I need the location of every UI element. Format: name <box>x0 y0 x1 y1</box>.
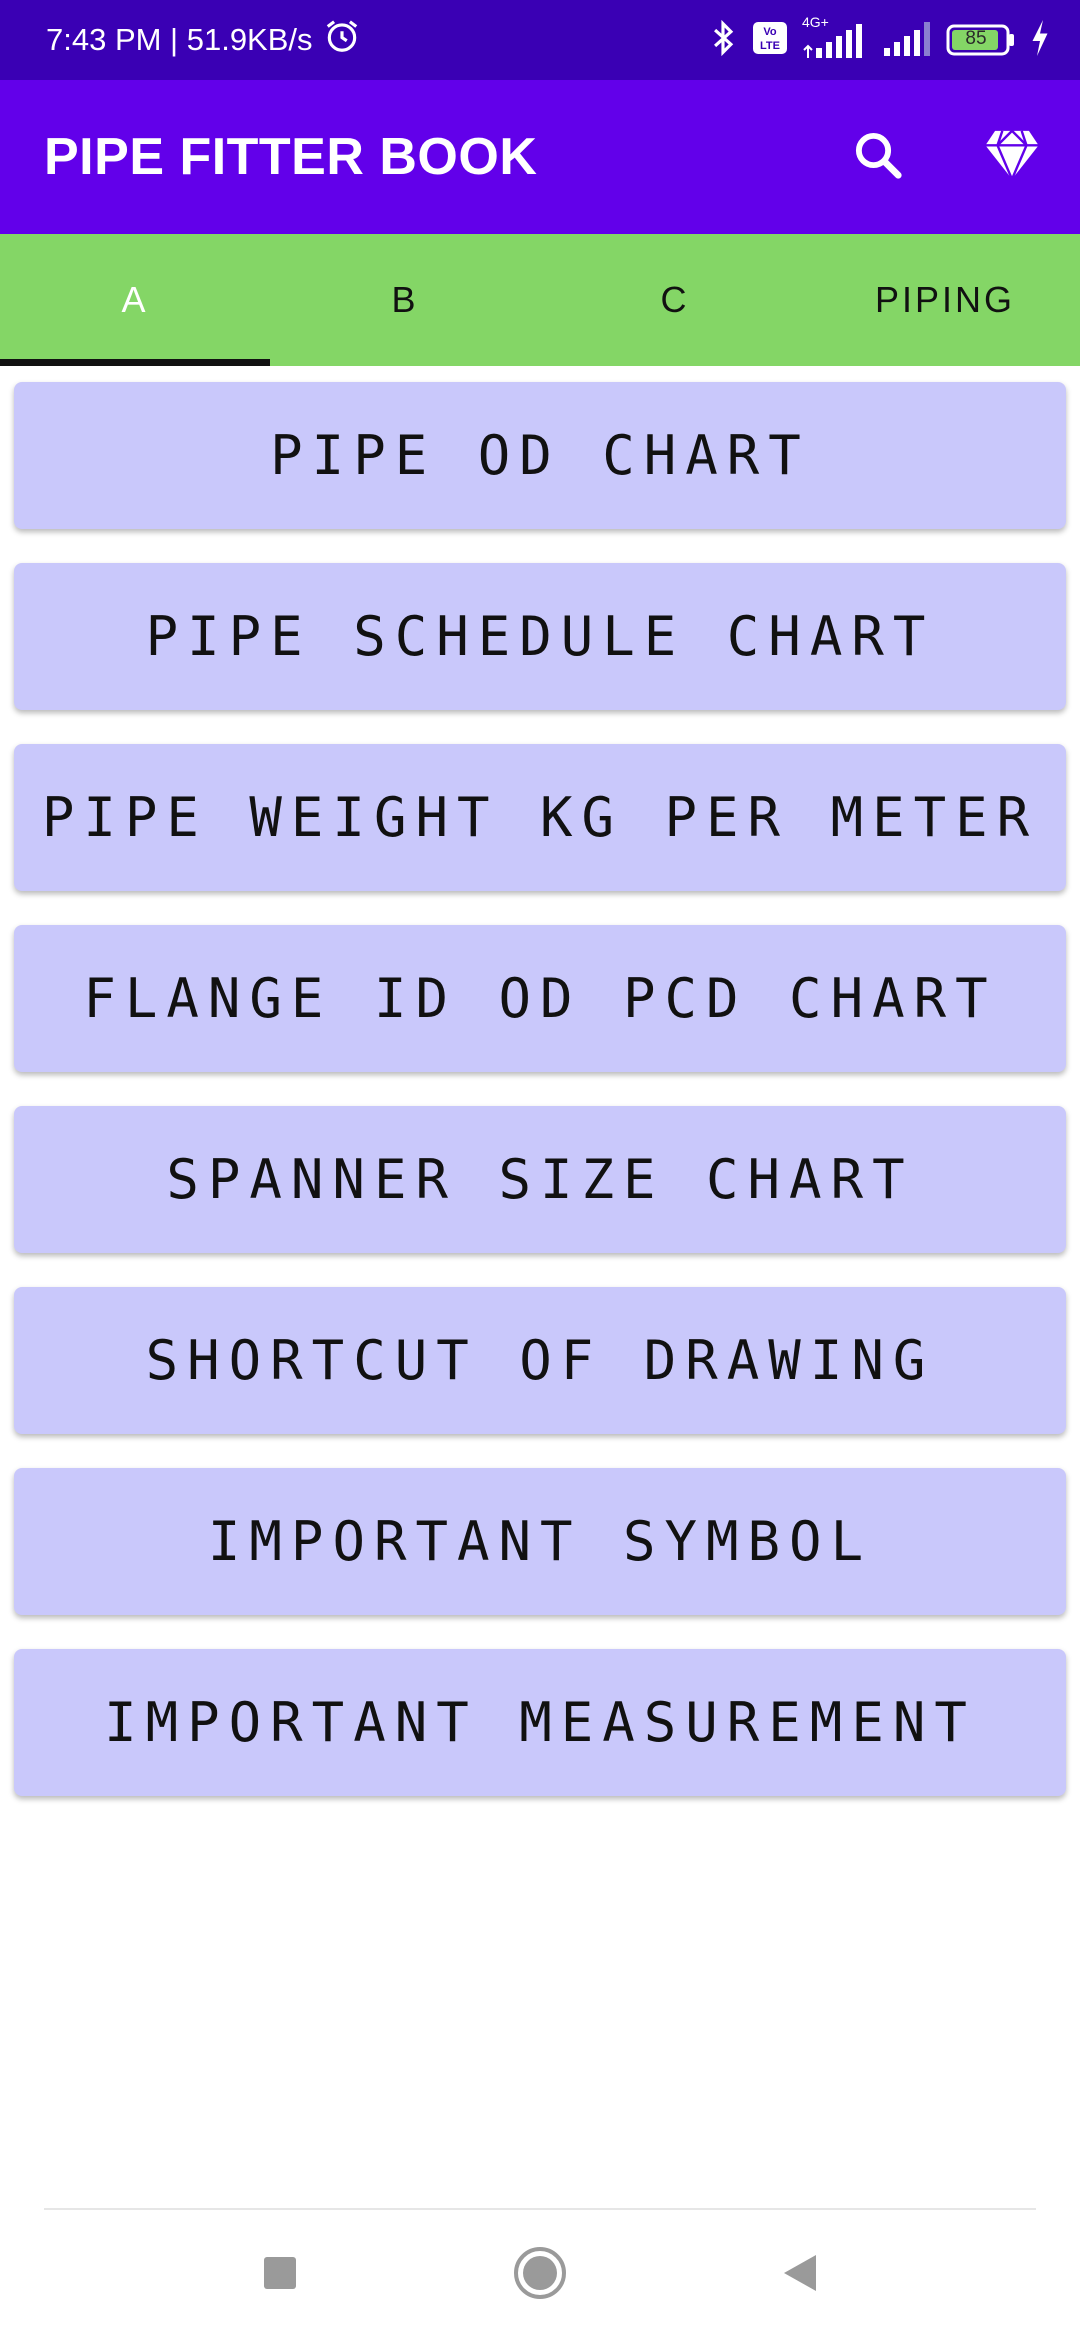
recents-button[interactable] <box>240 2235 320 2315</box>
tab-bar: A B C PIPING <box>0 234 1080 366</box>
home-button[interactable] <box>500 2235 580 2315</box>
search-button[interactable] <box>846 125 910 189</box>
bluetooth-icon <box>708 19 738 62</box>
circle-icon <box>513 2246 567 2305</box>
status-time-speed: 7:43 PM | 51.9KB/s <box>46 22 313 57</box>
back-triangle-icon <box>780 2252 820 2299</box>
tab-a[interactable]: A <box>0 234 270 366</box>
signal-4g-icon: 4G+ <box>802 14 868 60</box>
system-nav-bar <box>0 2210 1080 2340</box>
tab-label: C <box>660 279 690 320</box>
tab-c[interactable]: C <box>540 234 810 366</box>
diamond-icon <box>983 128 1041 187</box>
battery-level: 85 <box>965 28 987 49</box>
chart-list: PIPE OD CHART PIPE SCHEDULE CHART PIPE W… <box>14 382 1066 1796</box>
search-icon <box>851 128 905 187</box>
pipe-od-chart-button[interactable]: PIPE OD CHART <box>14 382 1066 529</box>
status-right: Vo LTE 4G+ 85 <box>708 14 1050 63</box>
svg-text:Vo: Vo <box>763 26 777 38</box>
svg-text:LTE: LTE <box>760 40 780 52</box>
tab-label: A <box>121 279 149 320</box>
important-symbol-button[interactable]: IMPORTANT SYMBOL <box>14 1468 1066 1615</box>
battery-icon: 85 <box>946 23 1016 57</box>
status-left: 7:43 PM | 51.9KB/s <box>46 17 361 63</box>
important-measurement-button[interactable]: IMPORTANT MEASUREMENT <box>14 1649 1066 1796</box>
network-type-label: 4G+ <box>802 14 829 30</box>
flange-chart-button[interactable]: FLANGE ID OD PCD CHART <box>14 925 1066 1072</box>
shortcut-of-drawing-button[interactable]: SHORTCUT OF DRAWING <box>14 1287 1066 1434</box>
square-icon <box>262 2255 298 2296</box>
pipe-weight-button[interactable]: PIPE WEIGHT KG PER METER <box>14 744 1066 891</box>
back-button[interactable] <box>760 2235 840 2315</box>
status-bar: 7:43 PM | 51.9KB/s Vo LTE 4G+ 85 <box>0 0 1080 80</box>
premium-button[interactable] <box>980 125 1044 189</box>
tab-label: PIPING <box>874 279 1016 320</box>
app-bar: PIPE FITTER BOOK <box>0 80 1080 234</box>
signal-icon <box>882 18 932 63</box>
tab-b[interactable]: B <box>270 234 540 366</box>
spanner-size-chart-button[interactable]: SPANNER SIZE CHART <box>14 1106 1066 1253</box>
charging-icon <box>1030 19 1050 61</box>
app-actions <box>846 125 1044 189</box>
tab-label: B <box>391 279 419 320</box>
alarm-icon <box>323 17 361 63</box>
tab-piping[interactable]: PIPING <box>810 234 1080 366</box>
volte-icon: Vo LTE <box>752 21 788 60</box>
app-title: PIPE FITTER BOOK <box>44 128 538 186</box>
pipe-schedule-chart-button[interactable]: PIPE SCHEDULE CHART <box>14 563 1066 710</box>
